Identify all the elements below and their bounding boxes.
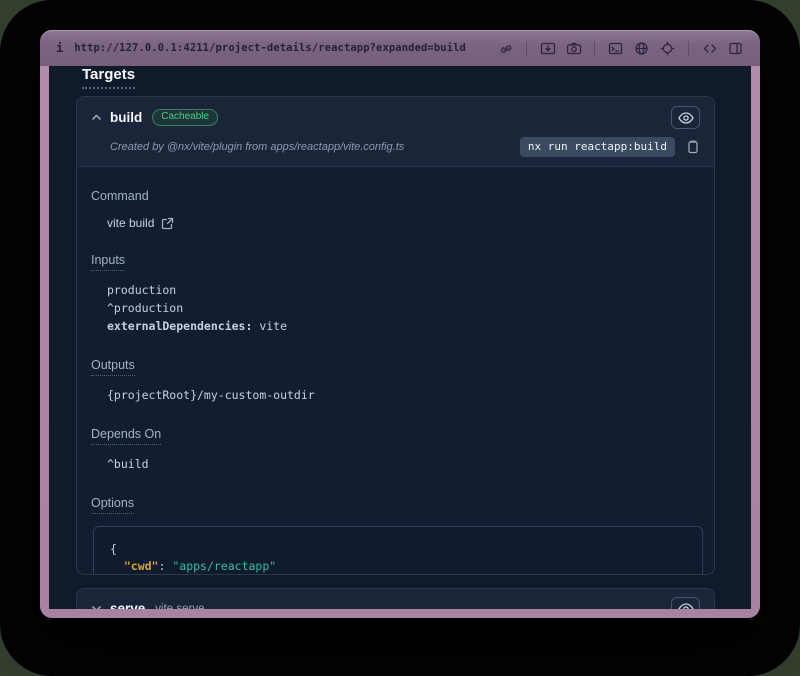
command-label: Command <box>91 189 149 203</box>
toolbar-separator <box>526 41 527 56</box>
target-name-build: build <box>110 110 142 125</box>
toolbar-separator <box>688 41 689 56</box>
toolbar-separator <box>594 41 595 56</box>
serve-subtitle: vite serve <box>155 603 204 610</box>
camera-icon[interactable] <box>565 40 582 57</box>
chevron-down-icon[interactable] <box>89 602 103 610</box>
outputs-section: Outputs {projectRoot}/my-custom-outdir <box>91 356 698 404</box>
project-details-page: Targets build Cacheable <box>49 66 751 609</box>
depends-on-section: Depends On ^build <box>91 425 698 473</box>
external-link-icon[interactable] <box>161 217 174 230</box>
json-key-cwd: "cwd" <box>124 559 159 573</box>
info-icon: i <box>56 41 63 55</box>
globe-icon[interactable] <box>633 40 650 57</box>
toolbar-actions <box>497 40 744 57</box>
cacheable-badge: Cacheable <box>152 109 218 126</box>
screenshot-stage: i http://127.0.0.1:4211/project-details/… <box>0 0 800 676</box>
created-by-text: Created by @nx/vite/plugin from apps/rea… <box>110 141 404 153</box>
build-card-body: Command vite build Inpu <box>77 167 714 575</box>
build-card-header[interactable]: build Cacheable Created by @nx/vite/plug… <box>77 97 714 167</box>
eye-view-button[interactable] <box>671 597 700 609</box>
eye-view-button[interactable] <box>671 106 700 129</box>
options-json-code: { "cwd": "apps/reactapp" } <box>93 526 703 575</box>
terminal-icon[interactable] <box>607 40 624 57</box>
target-card-serve: serve vite serve <box>76 588 715 609</box>
input-item: production <box>107 281 698 299</box>
input-item: ^production <box>107 299 698 317</box>
depends-on-item: ^build <box>107 455 698 473</box>
command-section: Command vite build <box>91 187 698 230</box>
inputs-label: Inputs <box>91 253 125 271</box>
code-icon[interactable] <box>701 40 718 57</box>
browser-window: i http://127.0.0.1:4211/project-details/… <box>40 30 760 618</box>
target-card-build: build Cacheable Created by @nx/vite/plug… <box>76 96 715 575</box>
url-field[interactable]: http://127.0.0.1:4211/project-details/re… <box>74 42 466 54</box>
browser-toolbar: i http://127.0.0.1:4211/project-details/… <box>40 30 760 66</box>
inputs-section: Inputs production ^production externalDe… <box>91 251 698 335</box>
options-section: Options { "cwd": "apps/reactapp" } <box>91 494 698 575</box>
crosshair-icon[interactable] <box>659 40 676 57</box>
output-item: {projectRoot}/my-custom-outdir <box>107 386 698 404</box>
page-title: Targets <box>82 66 135 89</box>
options-label: Options <box>91 496 134 514</box>
save-capture-icon[interactable] <box>539 40 556 57</box>
target-name-serve: serve <box>110 601 145 609</box>
command-value: vite build <box>107 216 154 230</box>
outputs-label: Outputs <box>91 358 135 376</box>
json-value-cwd: "apps/reactapp" <box>172 559 276 573</box>
chevron-up-icon[interactable] <box>89 111 103 125</box>
depends-on-label: Depends On <box>91 427 161 445</box>
serve-card-header[interactable]: serve vite serve <box>77 589 714 609</box>
run-command-chip: nx run reactapp:build <box>520 137 675 157</box>
link-icon[interactable] <box>497 40 514 57</box>
split-editor-icon[interactable] <box>727 40 744 57</box>
input-item: externalDependencies: vite <box>107 317 698 335</box>
copy-icon[interactable] <box>684 139 700 155</box>
